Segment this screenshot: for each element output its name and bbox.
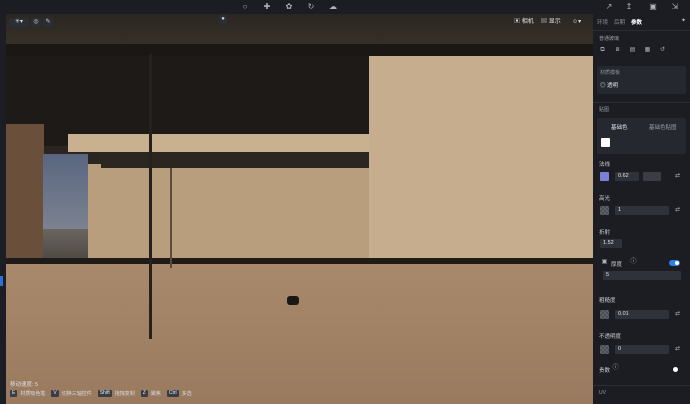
basecolor-map-tab[interactable]: 基础色贴图 xyxy=(649,123,677,131)
glossy-label: 贵数 xyxy=(599,368,611,374)
top-toolbar: ○ ✚ ✿ ↻ ☁ ↗ ↥ ▣ ⇲ xyxy=(0,0,690,14)
basecolor-swatch[interactable] xyxy=(601,138,610,147)
camera-menu[interactable]: ▣ 相机 xyxy=(514,18,534,27)
help-icon[interactable]: ⓘ xyxy=(629,258,638,267)
move-speed-text: 移动速度: 5 xyxy=(10,382,39,388)
uv-title: UV xyxy=(599,390,606,396)
normal-swatch[interactable] xyxy=(600,172,609,181)
left-edge-marker xyxy=(0,276,3,286)
thickness-icon: ▣ xyxy=(601,259,608,265)
leaf-icon[interactable]: ✿ xyxy=(284,2,294,12)
glass-post-2 xyxy=(170,168,172,268)
bulb-icon[interactable]: ○ xyxy=(240,2,250,12)
share-icon[interactable]: ↗ xyxy=(604,2,614,12)
camera-icon: ▣ xyxy=(514,19,521,25)
material-name: 普通玻璃 xyxy=(599,36,620,42)
camera-label: 相机 xyxy=(521,19,534,25)
hint-text: 拖拽复制 xyxy=(114,391,135,397)
refraction-label: 折射 xyxy=(599,230,611,236)
display-menu[interactable]: ▤ 显示 xyxy=(541,18,561,27)
paste-icon[interactable]: ⧈ xyxy=(613,46,622,55)
pin-icon[interactable]: ● xyxy=(219,15,227,24)
specular-map-swatch[interactable] xyxy=(600,206,609,215)
hint-key: Shift xyxy=(97,390,112,397)
divider xyxy=(593,30,690,31)
hint-text: 材质吸色笔 xyxy=(20,391,46,397)
soffit-shadow xyxy=(101,152,371,168)
thickness-label: 厚度 xyxy=(611,262,623,268)
settings-sliders-icon[interactable]: ⇄ xyxy=(673,206,682,215)
cloud-icon[interactable]: ☁ xyxy=(328,2,338,12)
opacity-value-field[interactable]: 0 xyxy=(615,345,669,354)
normal-label: 法线 xyxy=(599,162,611,168)
divider xyxy=(593,385,690,386)
hint-key: Ctrl xyxy=(166,390,179,397)
template-label: 材质模板 xyxy=(600,70,621,76)
help-icon[interactable]: ⓘ xyxy=(611,364,620,373)
bone-icon[interactable]: ✚ xyxy=(262,2,272,12)
normal-value-field[interactable]: 0.62 xyxy=(615,172,639,181)
soffit xyxy=(68,134,373,152)
display-icon: ▤ xyxy=(541,19,548,25)
reset-icon[interactable]: ↺ xyxy=(658,46,667,55)
3d-viewport[interactable]: ✳▾ ◎ ✎ ● ▣ 相机 ▤ 显示 ☺▾ 移动速度: 5 E 材质吸色笔 V … xyxy=(6,14,593,404)
roughness-map-swatch[interactable] xyxy=(600,310,609,319)
tab-postprocess[interactable]: 后期 xyxy=(614,18,625,26)
ceiling-beam xyxy=(6,44,593,56)
toggle-knob xyxy=(675,261,679,265)
magic-icon[interactable]: ✦ xyxy=(679,17,688,26)
settings-sliders-icon[interactable]: ⇄ xyxy=(673,310,682,319)
roughness-value-field[interactable]: 0.01 xyxy=(615,310,669,319)
library-icon[interactable]: ▦ xyxy=(643,46,652,55)
tab-parameters[interactable]: 参数 xyxy=(631,18,642,26)
axis-tool-button[interactable]: ✳▾ xyxy=(9,18,29,27)
image-icon[interactable]: ▣ xyxy=(648,2,658,12)
hint-key: V xyxy=(51,390,59,397)
template-select[interactable]: ◎ 透明 xyxy=(600,81,618,89)
status-bar: 移动速度: 5 E 材质吸色笔 V 切换三轴控件 Shift 拖拽复制 Z 聚焦… xyxy=(10,380,310,402)
back-wall xyxy=(88,164,378,264)
refresh-icon[interactable]: ↻ xyxy=(306,2,316,12)
tab-environment[interactable]: 环境 xyxy=(597,18,608,26)
hint-text: 聚焦 xyxy=(150,391,161,397)
opacity-label: 不透明度 xyxy=(599,334,622,340)
opacity-map-swatch[interactable] xyxy=(600,345,609,354)
people-icon[interactable]: ☺▾ xyxy=(572,18,581,27)
roughness-label: 粗糙度 xyxy=(599,298,616,304)
settings-sliders-icon[interactable]: ⇄ xyxy=(673,172,682,181)
divider xyxy=(593,102,690,103)
basecolor-tab[interactable]: 基础色 xyxy=(611,123,628,131)
shortcut-hints: E 材质吸色笔 V 切换三轴控件 Shift 拖拽复制 Z 聚焦 Ctrl 多选 xyxy=(10,390,195,397)
hint-key: E xyxy=(10,390,18,397)
collapse-icon[interactable]: ⇲ xyxy=(670,2,680,12)
thickness-value-field[interactable]: 5 xyxy=(603,271,681,280)
refraction-value-field[interactable]: 1.52 xyxy=(600,239,622,248)
floor-object[interactable] xyxy=(287,296,299,305)
glossy-toggle[interactable] xyxy=(673,367,678,372)
display-label: 显示 xyxy=(548,19,561,25)
glass-post-1 xyxy=(149,54,152,339)
save-icon[interactable]: ▤ xyxy=(628,46,637,55)
specular-label: 高光 xyxy=(599,196,611,202)
hint-key: Z xyxy=(140,390,148,397)
ceiling-slab xyxy=(6,56,371,146)
specular-value-field[interactable]: 1 xyxy=(615,206,669,215)
settings-sliders-icon[interactable]: ⇄ xyxy=(673,345,682,354)
template-card: 材质模板 ◎ 透明 xyxy=(597,66,686,94)
normal-slider[interactable] xyxy=(643,172,661,181)
panel-tabs: 环境 后期 参数 ✦ xyxy=(593,14,690,30)
maps-title: 贴图 xyxy=(599,107,610,113)
hint-text: 多选 xyxy=(181,391,192,397)
export-icon[interactable]: ↥ xyxy=(624,2,634,12)
globe-icon[interactable]: ◎ xyxy=(31,18,41,27)
hint-text: 切换三轴控件 xyxy=(61,391,92,397)
pen-icon[interactable]: ✎ xyxy=(43,18,53,27)
properties-panel: 环境 后期 参数 ✦ 普通玻璃 ⧉ ⧈ ▤ ▦ ↺ 材质模板 ◎ 透明 贴图 基… xyxy=(593,14,690,404)
basecolor-card: 基础色 基础色贴图 xyxy=(597,118,686,154)
copy-icon[interactable]: ⧉ xyxy=(598,46,607,55)
template-value: 透明 xyxy=(607,83,619,89)
glass-icon: ◎ xyxy=(600,83,606,89)
thickness-toggle[interactable] xyxy=(669,260,680,266)
